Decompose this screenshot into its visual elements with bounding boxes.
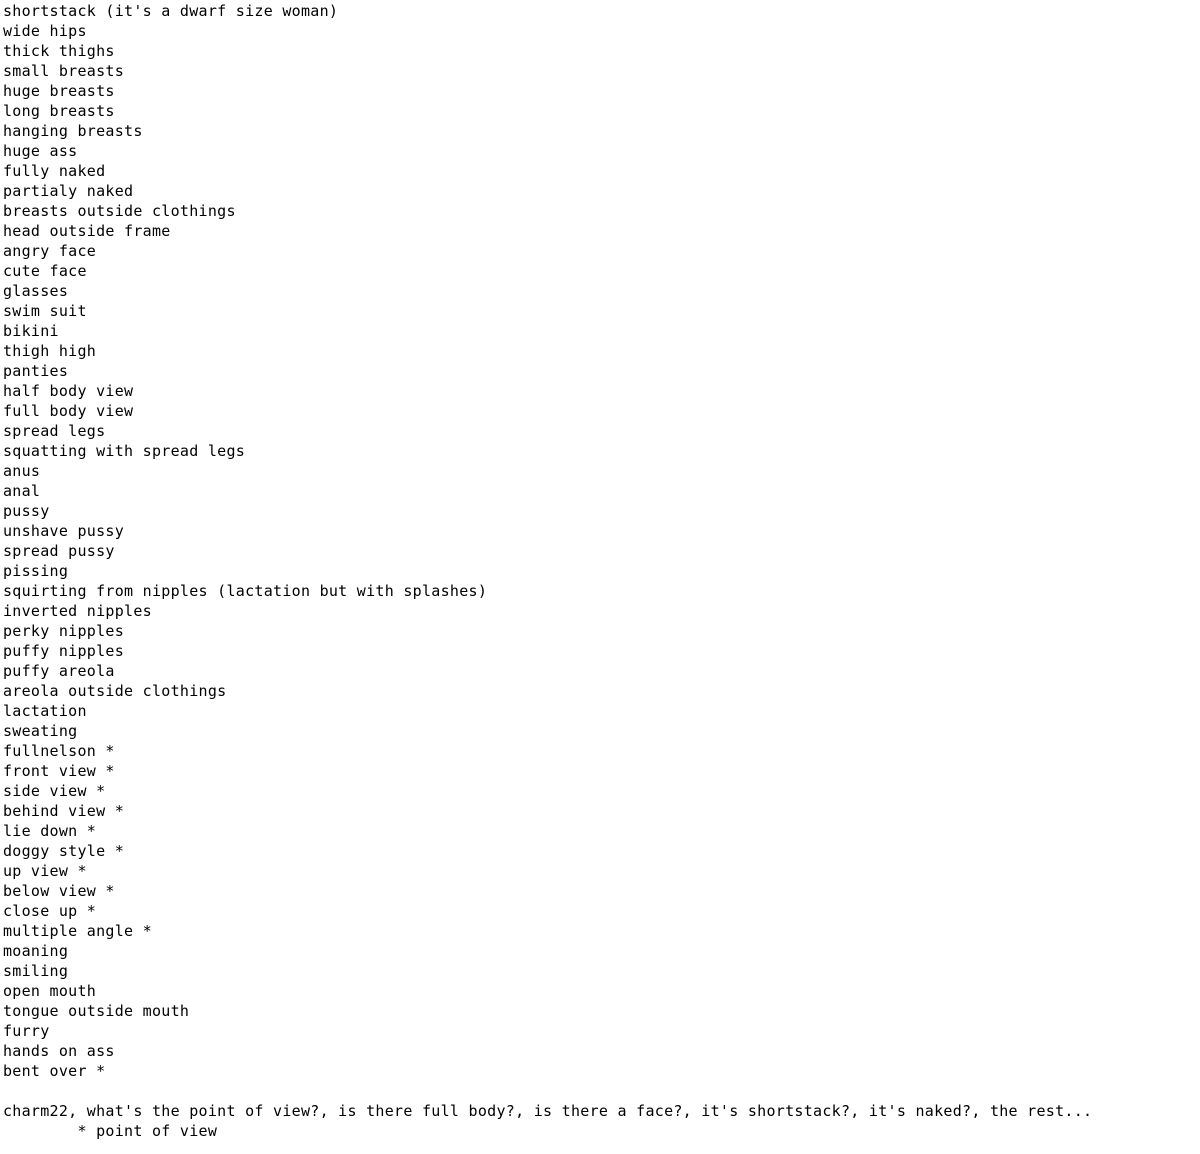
list-item: up view * bbox=[3, 862, 87, 880]
list-item: fullnelson * bbox=[3, 742, 115, 760]
list-item: shortstack (it's a dwarf size woman) bbox=[3, 2, 339, 20]
list-item: thick thighs bbox=[3, 42, 115, 60]
list-item: wide hips bbox=[3, 22, 87, 40]
list-item: hanging breasts bbox=[3, 122, 143, 140]
list-item: front view * bbox=[3, 762, 115, 780]
list-item: perky nipples bbox=[3, 622, 125, 640]
list-item: partialy naked bbox=[3, 182, 134, 200]
list-item: long breasts bbox=[3, 102, 115, 120]
list-item: furry bbox=[3, 1022, 50, 1040]
tag-list: shortstack (it's a dwarf size woman) wid… bbox=[3, 1, 1200, 1081]
list-item: moaning bbox=[3, 942, 69, 960]
list-item: unshave pussy bbox=[3, 522, 125, 540]
list-item: puffy areola bbox=[3, 662, 115, 680]
list-item: squatting with spread legs bbox=[3, 442, 246, 460]
list-item: spread pussy bbox=[3, 542, 115, 560]
text-document: shortstack (it's a dwarf size woman) wid… bbox=[0, 0, 1200, 1141]
list-item: multiple angle * bbox=[3, 922, 152, 940]
list-item: full body view bbox=[3, 402, 134, 420]
list-item: anus bbox=[3, 462, 41, 480]
list-item: pussy bbox=[3, 502, 50, 520]
list-item: anal bbox=[3, 482, 41, 500]
list-item: open mouth bbox=[3, 982, 97, 1000]
list-item: areola outside clothings bbox=[3, 682, 227, 700]
list-item: squirting from nipples (lactation but wi… bbox=[3, 582, 488, 600]
list-item: behind view * bbox=[3, 802, 125, 820]
footer-legend-line: * point of view bbox=[3, 1122, 218, 1140]
list-item: pissing bbox=[3, 562, 69, 580]
list-item: huge breasts bbox=[3, 82, 115, 100]
list-item: smiling bbox=[3, 962, 69, 980]
list-item: small breasts bbox=[3, 62, 125, 80]
list-item: panties bbox=[3, 362, 69, 380]
list-item: spread legs bbox=[3, 422, 106, 440]
list-item: swim suit bbox=[3, 302, 87, 320]
list-item: side view * bbox=[3, 782, 106, 800]
list-item: doggy style * bbox=[3, 842, 125, 860]
list-item: hands on ass bbox=[3, 1042, 115, 1060]
blank-separator-line bbox=[3, 1081, 1200, 1101]
list-item: close up * bbox=[3, 902, 97, 920]
list-item: fully naked bbox=[3, 162, 106, 180]
list-item: glasses bbox=[3, 282, 69, 300]
list-item: huge ass bbox=[3, 142, 78, 160]
list-item: tongue outside mouth bbox=[3, 1002, 190, 1020]
list-item: puffy nipples bbox=[3, 642, 125, 660]
list-item: half body view bbox=[3, 382, 134, 400]
list-item: lie down * bbox=[3, 822, 97, 840]
footer-note: charm22, what's the point of view?, is t… bbox=[3, 1101, 1200, 1141]
list-item: inverted nipples bbox=[3, 602, 152, 620]
list-item: bent over * bbox=[3, 1062, 106, 1080]
list-item: bikini bbox=[3, 322, 59, 340]
list-item: lactation bbox=[3, 702, 87, 720]
list-item: below view * bbox=[3, 882, 115, 900]
list-item: thigh high bbox=[3, 342, 97, 360]
list-item: breasts outside clothings bbox=[3, 202, 236, 220]
list-item: head outside frame bbox=[3, 222, 171, 240]
footer-question-line: charm22, what's the point of view?, is t… bbox=[3, 1102, 1093, 1120]
list-item: cute face bbox=[3, 262, 87, 280]
list-item: sweating bbox=[3, 722, 78, 740]
list-item: angry face bbox=[3, 242, 97, 260]
